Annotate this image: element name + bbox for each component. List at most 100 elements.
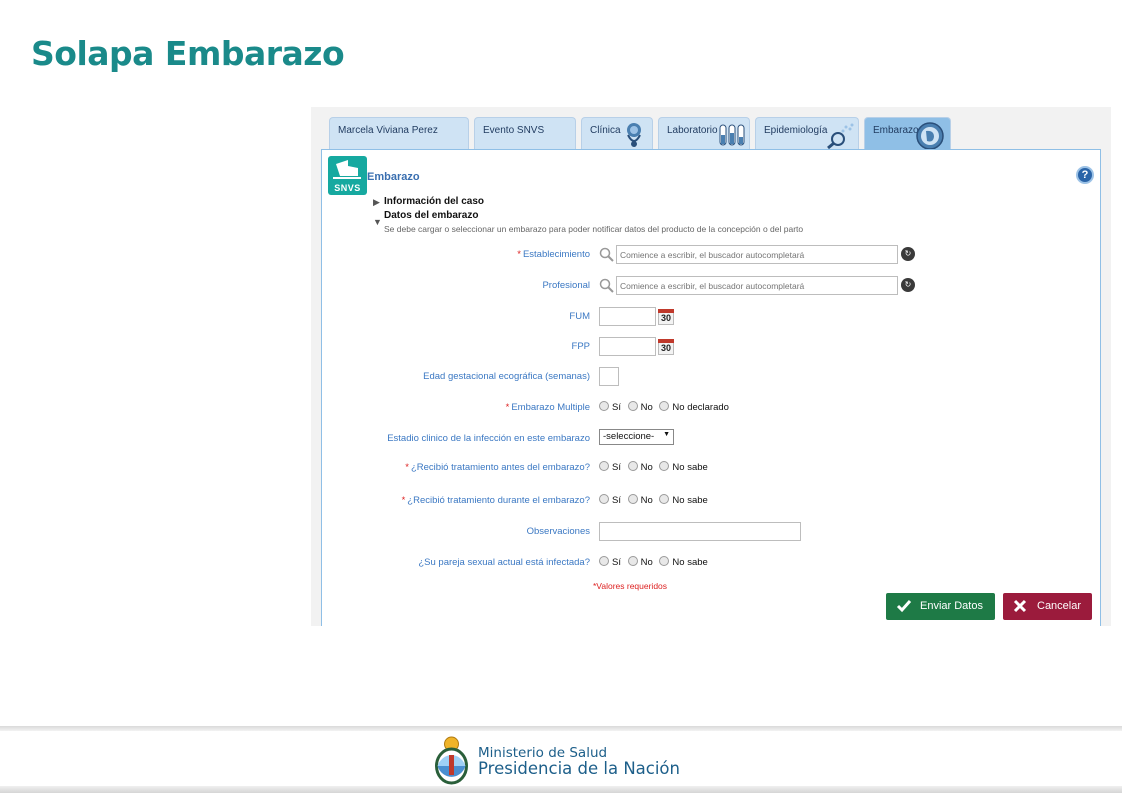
row-edad-gestacional: Edad gestacional ecográfica (semanas): [322, 367, 1100, 387]
radio-label: Sí: [612, 462, 621, 473]
radio-label: Sí: [612, 402, 621, 413]
tratamiento-antes-radios: Sí No No sabe: [599, 461, 712, 473]
row-estadio-clinico: Estadio clinico de la infección en este …: [322, 429, 1100, 449]
send-button[interactable]: Enviar Datos: [886, 593, 995, 620]
clear-icon[interactable]: ↻: [901, 278, 915, 292]
radio-no[interactable]: [627, 556, 638, 566]
tab-label: Evento SNVS: [483, 125, 545, 136]
snvs-logo: SNVS: [328, 156, 367, 195]
search-icon: [599, 278, 614, 293]
tab-bar: Marcela Viviana Perez Evento SNVS Clínic…: [311, 117, 1111, 150]
tab-laboratorio[interactable]: Laboratorio: [658, 117, 750, 150]
collapse-triangle-icon[interactable]: ▼: [373, 217, 382, 227]
row-profesional: Profesional ↻: [322, 276, 1100, 296]
slide-title: Solapa Embarazo: [31, 34, 345, 73]
section-case-info[interactable]: Información del caso: [384, 196, 484, 207]
calendar-icon[interactable]: 30: [658, 309, 674, 325]
tab-epidemiologia[interactable]: Epidemiología: [755, 117, 859, 150]
field-label: * Embarazo Multiple: [506, 402, 590, 413]
field-label-text: Embarazo Multiple: [511, 402, 590, 413]
radio-label: Sí: [612, 495, 621, 506]
required-marker: *: [401, 495, 406, 506]
clear-icon[interactable]: ↻: [901, 247, 915, 261]
search-icon: [599, 247, 614, 262]
radio-label: No sabe: [672, 495, 708, 506]
radio-no-sabe[interactable]: [659, 461, 670, 471]
cancel-button[interactable]: Cancelar: [1003, 593, 1092, 620]
radio-si[interactable]: [599, 401, 609, 411]
tab-evento-snvs[interactable]: Evento SNVS: [474, 117, 576, 150]
fetus-icon: [916, 122, 944, 150]
calendar-day: 30: [658, 313, 674, 325]
radio-si[interactable]: [599, 494, 609, 504]
row-establecimiento: *Establecimiento ↻: [322, 245, 1100, 265]
field-label: FUM: [569, 311, 590, 322]
radio-si[interactable]: [599, 556, 609, 566]
required-note: *Valores requeridos: [593, 581, 668, 591]
radio-no[interactable]: [627, 461, 638, 471]
expand-triangle-icon[interactable]: ▶: [373, 197, 380, 208]
section-pregnancy-data[interactable]: Datos del embarazo: [384, 210, 478, 221]
footer-divider: [0, 726, 1122, 731]
tab-embarazo[interactable]: Embarazo: [864, 117, 951, 150]
row-embarazo-multiple: * Embarazo Multiple Sí No No declarado: [322, 398, 1100, 418]
edad-gestacional-input[interactable]: [599, 367, 619, 386]
field-label: Edad gestacional ecográfica (semanas): [423, 371, 590, 382]
radio-no[interactable]: [627, 494, 638, 504]
calendar-icon[interactable]: 30: [658, 339, 674, 355]
field-label-text: Establecimiento: [522, 249, 590, 260]
row-fpp: FPP 30: [322, 337, 1100, 357]
section-note: Se debe cargar o seleccionar un embarazo…: [384, 224, 804, 234]
establecimiento-input[interactable]: [616, 245, 898, 264]
tab-patient[interactable]: Marcela Viviana Perez: [329, 117, 469, 150]
panel-title: Embarazo: [367, 171, 420, 183]
radio-label: No: [640, 557, 653, 568]
coat-of-arms-logo: [435, 736, 468, 785]
embarazo-multiple-radios: Sí No No declarado: [599, 401, 733, 413]
fpp-date-input[interactable]: [599, 337, 656, 356]
help-icon[interactable]: ?: [1076, 166, 1094, 184]
test-tubes-icon: [719, 124, 745, 146]
radio-si[interactable]: [599, 461, 609, 471]
profesional-input[interactable]: [616, 276, 898, 295]
tab-label: Embarazo: [873, 125, 919, 136]
cancel-button-label: Cancelar: [1037, 600, 1082, 612]
radio-label: No sabe: [672, 462, 708, 473]
field-label-text: ¿Recibió tratamiento antes del embarazo?: [410, 462, 590, 473]
row-pareja: ¿Su pareja sexual actual está infectada?…: [322, 553, 1100, 573]
radio-label: No: [640, 402, 653, 413]
footer-bottom-band: [0, 786, 1122, 793]
tratamiento-durante-radios: Sí No No sabe: [599, 494, 712, 506]
estadio-clinico-select[interactable]: -seleccione- ▼: [599, 429, 674, 445]
radio-no-sabe[interactable]: [659, 556, 670, 566]
observaciones-input[interactable]: [599, 522, 801, 541]
tab-clinica[interactable]: Clínica: [581, 117, 653, 150]
field-label: Observaciones: [526, 526, 590, 537]
tab-label: Clínica: [590, 125, 621, 136]
row-tratamiento-antes: * ¿Recibió tratamiento antes del embarazo…: [322, 458, 1100, 478]
field-label: FPP: [571, 341, 590, 352]
radio-no[interactable]: [627, 401, 638, 411]
field-label: Profesional: [542, 280, 590, 291]
stethoscope-icon: [627, 123, 641, 147]
magnifier-dots-icon: [827, 123, 854, 149]
tab-label: Marcela Viviana Perez: [338, 125, 438, 136]
radio-label: No: [640, 495, 653, 506]
fum-date-input[interactable]: [599, 307, 656, 326]
send-button-label: Enviar Datos: [920, 600, 983, 612]
row-tratamiento-durante: * ¿Recibió tratamiento durante el embaraz…: [322, 491, 1100, 511]
calendar-day: 30: [658, 343, 674, 355]
required-marker: *: [517, 249, 521, 260]
tab-label: Epidemiología: [764, 125, 828, 136]
radio-label: Sí: [612, 557, 621, 568]
radio-no-declarado[interactable]: [659, 401, 670, 411]
app-screenshot: Marcela Viviana Perez Evento SNVS Clínic…: [311, 107, 1111, 626]
radio-no-sabe[interactable]: [659, 494, 670, 504]
field-label: * Establecimiento: [517, 249, 590, 260]
radio-label: No: [640, 462, 653, 473]
row-observaciones: Observaciones: [322, 522, 1100, 542]
field-label: * ¿Recibió tratamiento durante el embaraz…: [402, 495, 590, 506]
sentinel-icon: [333, 160, 361, 179]
select-value: -seleccione-: [603, 431, 655, 442]
embarazo-panel: SNVS Embarazo ? ▶ Información del caso ▼…: [321, 149, 1101, 626]
